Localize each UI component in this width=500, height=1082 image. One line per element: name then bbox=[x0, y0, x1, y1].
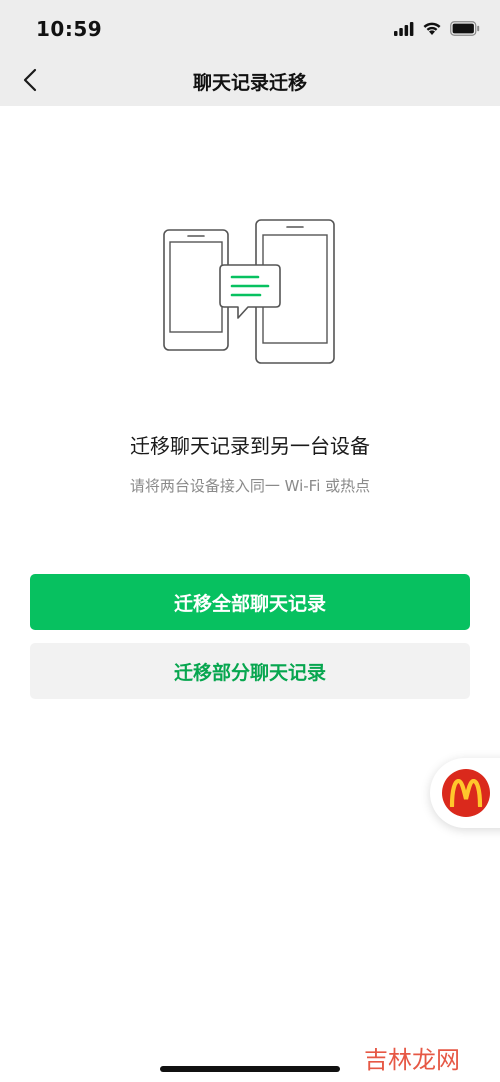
phones-transfer-icon bbox=[160, 215, 340, 367]
battery-icon bbox=[450, 20, 480, 40]
nav-bar: 聊天记录迁移 bbox=[0, 58, 500, 106]
signal-icon bbox=[394, 21, 414, 40]
migrate-partial-button[interactable]: 迁移部分聊天记录 bbox=[30, 643, 470, 699]
status-time: 10:59 bbox=[36, 17, 103, 41]
mcdonalds-logo-icon bbox=[442, 769, 490, 817]
status-icons bbox=[394, 20, 480, 40]
main-subtitle: 请将两台设备接入同一 Wi-Fi 或热点 bbox=[129, 477, 371, 495]
wifi-icon bbox=[422, 21, 442, 40]
main-heading: 迁移聊天记录到另一台设备 bbox=[130, 434, 370, 458]
page-title: 聊天记录迁移 bbox=[192, 72, 307, 94]
watermark: 吉林龙网 bbox=[364, 1046, 460, 1074]
home-indicator bbox=[160, 1066, 340, 1072]
floating-widget[interactable] bbox=[430, 758, 500, 828]
status-bar: 10:59 bbox=[0, 0, 500, 58]
migrate-all-button[interactable]: 迁移全部聊天记录 bbox=[30, 574, 470, 630]
